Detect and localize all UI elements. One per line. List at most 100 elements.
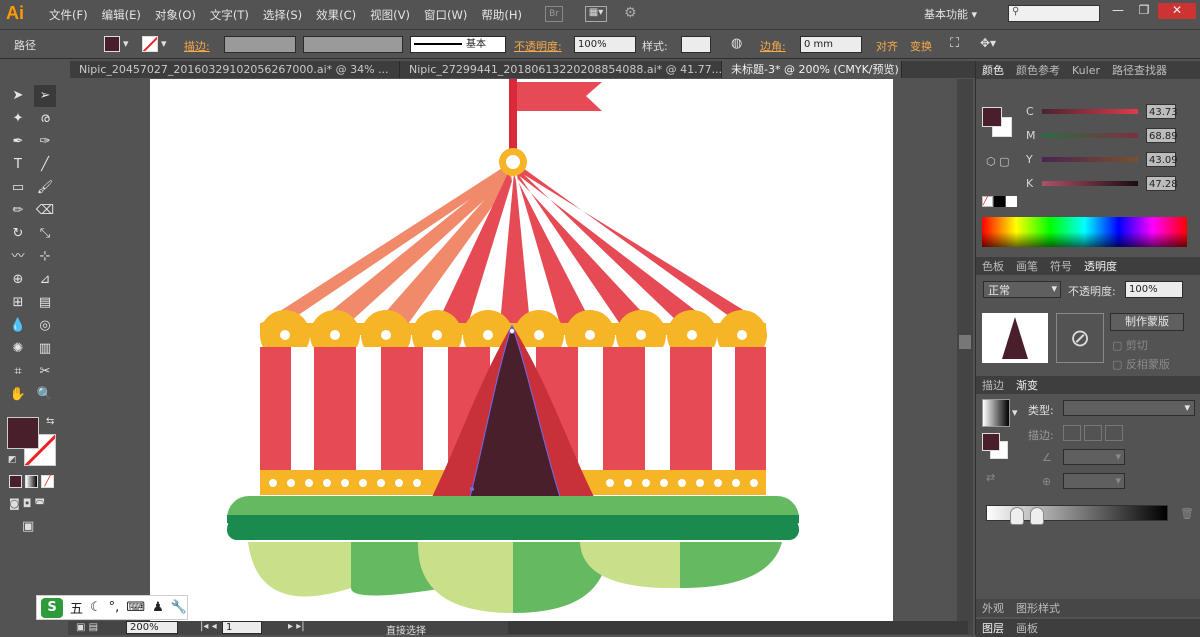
transform-button[interactable]: 变换: [910, 38, 932, 54]
close-button[interactable]: ✕: [1158, 3, 1196, 19]
scroll-thumb[interactable]: [959, 335, 971, 349]
make-mask-button[interactable]: 制作蒙版: [1110, 313, 1184, 331]
tab-symbols[interactable]: 符号: [1050, 258, 1072, 274]
none-swatch[interactable]: ╱: [982, 196, 993, 207]
tab-artboards[interactable]: 画板: [1016, 620, 1038, 636]
fill-swatch[interactable]: [104, 36, 120, 52]
free-transform-tool-icon[interactable]: ⊹: [34, 246, 56, 268]
eyedropper-tool-icon[interactable]: 💧: [7, 315, 29, 337]
pen-tool-icon[interactable]: ✒: [7, 131, 29, 153]
prev-artboard-icon[interactable]: |◂ ◂: [200, 621, 217, 632]
stroke-swatch[interactable]: [142, 36, 158, 52]
ground[interactable]: [227, 496, 799, 613]
menu-edit[interactable]: 编辑(E): [95, 7, 148, 23]
corner-label[interactable]: 边角:: [760, 38, 786, 54]
menu-file[interactable]: 文件(F): [42, 7, 95, 23]
corner-radius-input[interactable]: 0 mm: [800, 36, 862, 53]
screen-mode-icon[interactable]: ▣: [22, 519, 34, 534]
anchor-point[interactable]: [470, 487, 474, 491]
direct-selection-tool-icon[interactable]: ➢: [34, 85, 56, 107]
tab-color-guide[interactable]: 颜色参考: [1016, 62, 1060, 78]
draw-inside-icon[interactable]: ◚: [34, 497, 45, 510]
default-colors-icon[interactable]: ◩: [8, 455, 17, 465]
moon-icon[interactable]: ☾: [90, 600, 102, 615]
stroke-along-icon[interactable]: [1084, 425, 1102, 441]
tab-color[interactable]: 颜色: [982, 62, 1004, 78]
panel-options-icon[interactable]: ✥▾: [980, 36, 996, 50]
selection-tool-icon[interactable]: ➤: [7, 85, 29, 107]
zoom-input[interactable]: 200%: [126, 621, 178, 634]
none-mode-icon[interactable]: ╱: [41, 475, 54, 488]
gradient-mode-icon[interactable]: [25, 475, 38, 488]
gradient-fill-swatch[interactable]: [982, 433, 1000, 451]
color-spectrum[interactable]: [982, 217, 1187, 247]
variable-width-dropdown[interactable]: [303, 36, 403, 53]
menu-help[interactable]: 帮助(H): [474, 7, 529, 23]
curvature-tool-icon[interactable]: ✑: [34, 131, 56, 153]
menu-view[interactable]: 视图(V): [363, 7, 417, 23]
invert-mask-checkbox[interactable]: ▢ 反相蒙版: [1112, 356, 1170, 372]
stroke-dropdown-icon[interactable]: ▾: [161, 37, 167, 50]
color-fill-swatch[interactable]: [982, 107, 1002, 127]
transparency-opacity-input[interactable]: 100%: [1125, 281, 1183, 298]
opacity-input[interactable]: 100%: [574, 36, 636, 53]
mesh-tool-icon[interactable]: ⊞: [7, 292, 29, 314]
flag-pole[interactable]: [509, 79, 517, 149]
document-tab[interactable]: Nipic_20457027_20160329102056267000.ai* …: [70, 61, 400, 78]
gradient-stop[interactable]: [1030, 507, 1044, 525]
minimize-button[interactable]: —: [1104, 3, 1132, 19]
white-swatch[interactable]: [1006, 196, 1017, 207]
search-input[interactable]: ⚲: [1008, 5, 1100, 22]
brush-definition-dropdown[interactable]: 基本: [410, 36, 506, 53]
isolate-icon[interactable]: ⛶: [950, 36, 959, 51]
gradient-type-dropdown[interactable]: ▾: [1063, 400, 1195, 416]
circus-tent-artwork[interactable]: [150, 79, 893, 621]
restore-button[interactable]: ❐: [1130, 3, 1158, 19]
reverse-gradient-icon[interactable]: ⇄: [986, 471, 995, 484]
workspace-switcher[interactable]: 基本功能 ▾: [924, 6, 977, 22]
keyboard-icon[interactable]: ⌨: [126, 600, 145, 615]
channel-c-value[interactable]: 43.73: [1146, 103, 1178, 119]
gradient-aspect-input[interactable]: ▾: [1063, 473, 1125, 489]
column-graph-tool-icon[interactable]: ▥: [34, 338, 56, 360]
channel-k-value[interactable]: 47.28: [1146, 175, 1178, 191]
tab-pathfinder[interactable]: 路径查找器: [1112, 62, 1167, 78]
gradient-stop[interactable]: [1010, 507, 1024, 525]
gradient-tool-icon[interactable]: ▤: [34, 292, 56, 314]
punctuation-icon[interactable]: °,: [109, 600, 120, 615]
channel-y-slider[interactable]: [1042, 156, 1138, 162]
gradient-preview[interactable]: [982, 399, 1010, 427]
gradient-preview-dropdown-icon[interactable]: ▾: [1012, 406, 1018, 419]
document-tab[interactable]: Nipic_27299441_20180613220208854088.ai* …: [400, 61, 722, 78]
tab-stroke[interactable]: 描边: [982, 377, 1004, 393]
document-tab-active[interactable]: 未标题-3* @ 200% (CMYK/预览): [722, 61, 902, 78]
out-of-gamut-icon[interactable]: ⬡ ▢: [986, 155, 1010, 168]
zoom-tool-icon[interactable]: 🔍: [34, 384, 56, 406]
recolor-artwork-icon[interactable]: ◍: [731, 36, 742, 51]
blend-tool-icon[interactable]: ◎: [34, 315, 56, 337]
clip-checkbox[interactable]: ▢ 剪切: [1112, 337, 1148, 353]
black-swatch[interactable]: [994, 196, 1005, 207]
tab-transparency[interactable]: 透明度: [1084, 258, 1117, 274]
bridge-button[interactable]: Br: [545, 6, 563, 22]
menu-object[interactable]: 对象(O): [148, 7, 203, 23]
slice-tool-icon[interactable]: ✂: [34, 361, 56, 383]
channel-m-value[interactable]: 68.89: [1146, 127, 1178, 143]
hand-tool-icon[interactable]: ✋: [7, 384, 29, 406]
menu-effect[interactable]: 效果(C): [309, 7, 363, 23]
user-icon[interactable]: ♟: [152, 600, 164, 615]
object-thumbnail[interactable]: [982, 313, 1048, 363]
anchor-point[interactable]: [509, 328, 515, 334]
stroke-across-icon[interactable]: [1105, 425, 1123, 441]
tab-brushes[interactable]: 画笔: [1016, 258, 1038, 274]
stroke-within-icon[interactable]: [1063, 425, 1081, 441]
menu-window[interactable]: 窗口(W): [417, 7, 474, 23]
align-button[interactable]: 对齐: [876, 38, 898, 54]
gradient-angle-input[interactable]: ▾: [1063, 449, 1125, 465]
shape-builder-tool-icon[interactable]: ⊕: [7, 269, 29, 291]
ime-toolbar[interactable]: S 五 ☾ °, ⌨ ♟ 🔧: [36, 595, 188, 620]
stroke-weight-label[interactable]: 描边:: [184, 38, 210, 54]
pencil-tool-icon[interactable]: ✏: [7, 200, 29, 222]
channel-k-slider[interactable]: [1042, 180, 1138, 186]
lasso-tool-icon[interactable]: ര: [34, 108, 56, 130]
